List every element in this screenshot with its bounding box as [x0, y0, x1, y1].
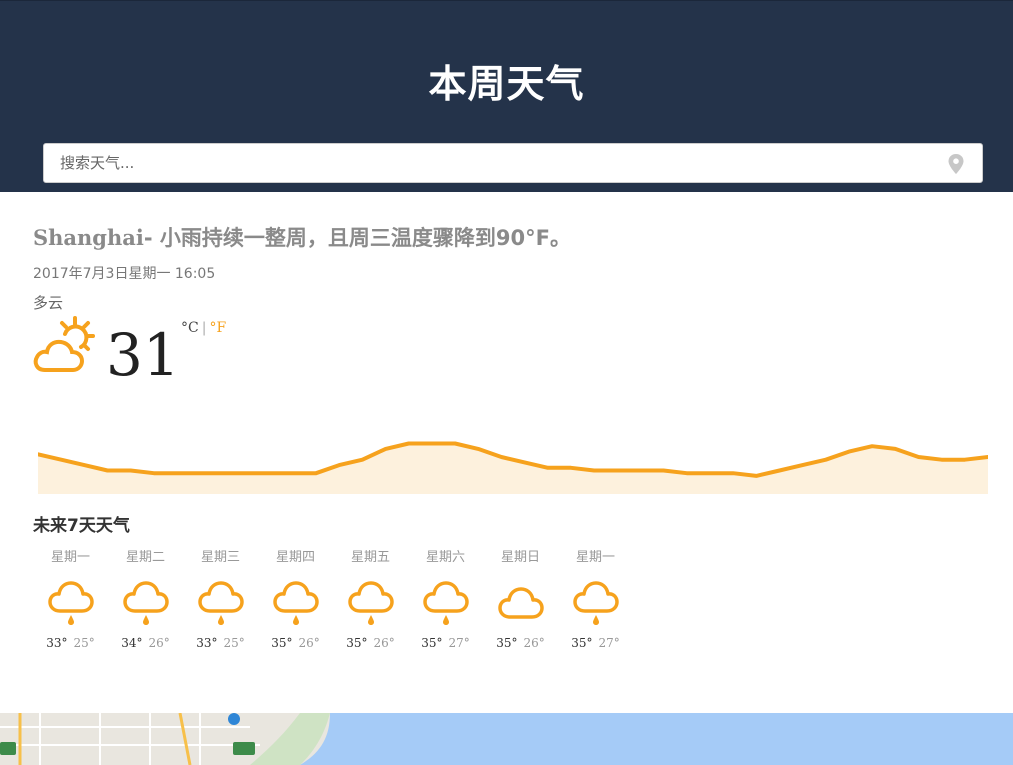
rain-icon: [122, 581, 169, 625]
headline-summary: - 小雨持续一整周，且周三温度骤降到90°F。: [143, 226, 571, 250]
header: 本周天气: [0, 0, 1013, 192]
forecast-low: 25°: [73, 636, 95, 650]
weather-panel: Shanghai- 小雨持续一整周，且周三温度骤降到90°F。 2017年7月3…: [0, 192, 1013, 712]
forecast-day: 星期五 35° 26°: [333, 549, 408, 650]
map-view[interactable]: [0, 713, 1013, 765]
forecast-day: 星期二 34° 26°: [108, 549, 183, 650]
rain-icon: [272, 581, 319, 625]
search-input[interactable]: [44, 144, 934, 182]
forecast-high: 33°: [196, 636, 218, 650]
forecast-low: 27°: [598, 636, 620, 650]
search-box[interactable]: [43, 143, 983, 183]
forecast-day: 星期六 35° 27°: [408, 549, 483, 650]
forecast-day-name: 星期三: [200, 550, 240, 565]
forecast-high: 35°: [271, 636, 293, 650]
forecast-day: 星期日 35° 26°: [483, 549, 558, 650]
rain-icon: [47, 581, 94, 625]
forecast-low: 25°: [223, 636, 245, 650]
city-name: Shanghai: [33, 225, 144, 250]
forecast-day: 星期三 33° 25°: [183, 549, 258, 650]
unit-switch: °C | °F: [181, 320, 226, 336]
forecast-day-name: 星期日: [500, 550, 540, 565]
forecast-day-name: 星期五: [350, 550, 390, 565]
forecast-list: 星期一 33° 25° 星期二 34° 26° 星期三 33° 25° 星期四: [33, 549, 653, 659]
unit-separator: |: [201, 320, 207, 336]
rain-icon: [347, 581, 394, 625]
current-datetime: 2017年7月3日星期一 16:05: [33, 266, 216, 282]
forecast-day-name: 星期六: [425, 550, 465, 565]
rain-icon: [422, 581, 469, 625]
forecast-high: 35°: [496, 636, 518, 650]
forecast-day-name: 星期二: [125, 550, 165, 565]
forecast-day: 星期一 33° 25°: [33, 549, 108, 650]
page-title: 本周天气: [428, 62, 585, 106]
rain-icon: [197, 581, 244, 625]
current-temperature: 31: [106, 321, 180, 389]
forecast-day: 星期四 35° 26°: [258, 549, 333, 650]
location-pin-icon[interactable]: [948, 154, 964, 174]
forecast-low: 26°: [373, 636, 395, 650]
forecast-day-name: 星期一: [50, 550, 90, 565]
forecast-low: 26°: [148, 636, 170, 650]
weather-headline: Shanghai- 小雨持续一整周，且周三温度骤降到90°F。: [33, 222, 571, 252]
forecast-low: 26°: [523, 636, 545, 650]
forecast-high: 33°: [46, 636, 68, 650]
temperature-trend-chart: [38, 441, 988, 494]
rain-icon: [572, 581, 619, 625]
map-tiles: [0, 713, 1013, 765]
fahrenheit-toggle[interactable]: °F: [209, 320, 226, 336]
partly-cloudy-icon: [33, 316, 95, 372]
forecast-high: 35°: [346, 636, 368, 650]
current-condition: 多云: [33, 294, 64, 312]
cloud-icon: [497, 587, 544, 619]
forecast-day-name: 星期一: [575, 550, 615, 565]
forecast-low: 26°: [298, 636, 320, 650]
forecast-high: 35°: [421, 636, 443, 650]
forecast-day-name: 星期四: [275, 550, 315, 565]
forecast-high: 35°: [571, 636, 593, 650]
forecast-title: 未来7天天气: [33, 516, 130, 536]
forecast-high: 34°: [121, 636, 143, 650]
forecast-low: 27°: [448, 636, 470, 650]
forecast-day: 星期一 35° 27°: [558, 549, 633, 650]
celsius-toggle[interactable]: °C: [181, 320, 199, 336]
